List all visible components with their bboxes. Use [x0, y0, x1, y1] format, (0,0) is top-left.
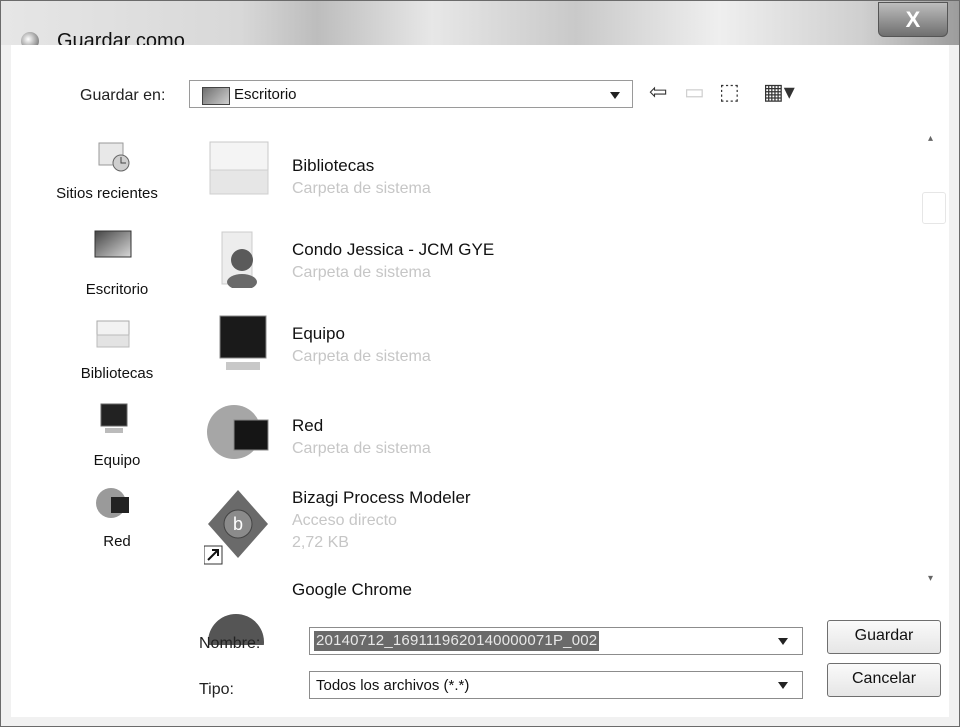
save-as-dialog: Guardar como X Guardar en: Escritorio ⇦ …	[0, 0, 960, 727]
place-label: Escritorio	[85, 281, 149, 298]
chevron-down-icon[interactable]	[610, 92, 620, 99]
name-label: Nombre:	[199, 635, 261, 652]
file-name: Bizagi Process Modeler	[292, 488, 471, 507]
chevron-down-icon[interactable]	[778, 682, 788, 689]
svg-text:b: b	[233, 514, 243, 534]
file-type-dropdown[interactable]: Todos los archivos (*.*)	[309, 671, 803, 699]
save-in-label: Guardar en:	[80, 87, 166, 104]
file-detail: Carpeta de sistema	[292, 264, 431, 281]
scroll-up-icon[interactable]: ▴	[928, 133, 933, 144]
file-name: Red	[292, 416, 324, 435]
place-label: Sitios recientes	[56, 185, 158, 202]
scrollbar-thumb[interactable]	[922, 192, 946, 224]
user-folder-icon	[221, 231, 257, 288]
file-type-value: Todos los archivos (*.*)	[316, 677, 470, 694]
file-detail: 2,72 KB	[292, 534, 349, 551]
network-icon	[96, 488, 129, 518]
list-item[interactable]: Equipo Carpeta de sistema	[196, 306, 896, 390]
libraries-icon	[96, 320, 130, 348]
dialog-body: Guardar en: Escritorio ⇦ ▭ ⬚ ▦▾ Sitios r…	[11, 45, 949, 717]
place-label: Red	[103, 533, 131, 550]
close-button[interactable]: X	[878, 2, 948, 37]
file-detail: Carpeta de sistema	[292, 180, 431, 197]
up-folder-icon[interactable]: ▭	[684, 79, 705, 105]
file-detail: Carpeta de sistema	[292, 348, 431, 365]
place-label: Bibliotecas	[80, 365, 154, 382]
list-item[interactable]: Red Carpeta de sistema	[196, 394, 896, 478]
views-menu-icon[interactable]: ▦▾	[763, 79, 795, 105]
back-arrow-icon[interactable]: ⇦	[649, 79, 667, 105]
file-detail: Acceso directo	[292, 512, 397, 529]
list-item[interactable]: Bibliotecas Carpeta de sistema	[196, 130, 896, 214]
computer-icon	[100, 403, 128, 433]
type-label: Tipo:	[199, 681, 234, 698]
desktop-icon	[202, 87, 230, 105]
file-list[interactable]: Bibliotecas Carpeta de sistema Condo Jes…	[196, 130, 949, 645]
filename-input[interactable]: 20140712_1691119620140000071P_002	[309, 627, 803, 655]
libraries-icon	[209, 141, 269, 195]
network-icon	[207, 405, 269, 459]
filename-value: 20140712_1691119620140000071P_002	[314, 631, 600, 651]
list-item[interactable]: b Bizagi Process Modeler Acceso directo …	[196, 482, 896, 592]
location-dropdown[interactable]: Escritorio	[189, 80, 633, 108]
chevron-down-icon[interactable]	[778, 638, 788, 645]
title-bar[interactable]: Guardar como X	[1, 1, 959, 52]
save-button[interactable]: Guardar	[827, 620, 941, 654]
location-value: Escritorio	[234, 86, 297, 103]
computer-icon	[219, 315, 267, 370]
desktop-icon	[94, 230, 132, 258]
file-detail: Carpeta de sistema	[292, 440, 431, 457]
cancel-button[interactable]: Cancelar	[827, 663, 941, 697]
file-name: Google Chrome	[292, 580, 413, 599]
bizagi-shortcut-icon: b	[204, 490, 268, 565]
new-folder-icon[interactable]: ⬚	[719, 79, 740, 105]
list-item[interactable]: Condo Jessica - JCM GYE Carpeta de siste…	[196, 218, 896, 302]
scroll-down-icon[interactable]: ▾	[928, 573, 933, 584]
file-name: Equipo	[292, 324, 345, 343]
place-label: Equipo	[93, 452, 141, 469]
file-name: Bibliotecas	[292, 156, 375, 175]
recent-places-icon	[98, 142, 130, 172]
places-bar: Sitios recientes Escritorio Bibliotecas	[31, 125, 193, 620]
file-name: Condo Jessica - JCM GYE	[292, 240, 495, 259]
